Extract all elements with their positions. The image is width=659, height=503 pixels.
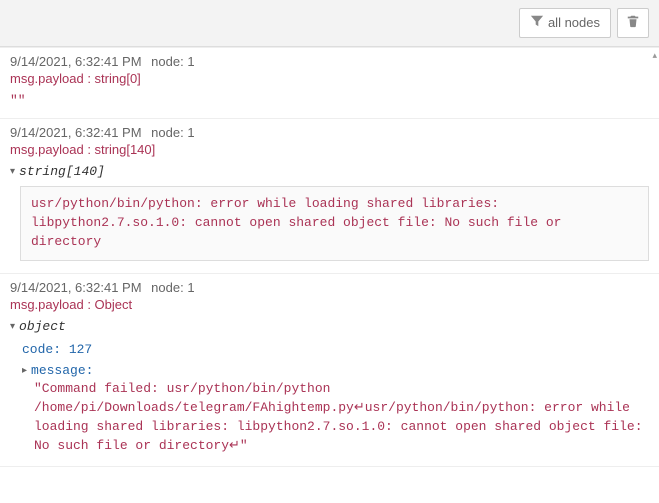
- filter-icon: [530, 14, 544, 32]
- message-topic: msg.payload : Object: [10, 297, 649, 312]
- object-key: message:: [31, 363, 93, 378]
- debug-message: 9/14/2021, 6:32:41 PM node: 1 msg.payloa…: [0, 48, 659, 120]
- object-key: code:: [22, 342, 61, 357]
- debug-messages-panel[interactable]: ▴ 9/14/2021, 6:32:41 PM node: 1 msg.payl…: [0, 47, 659, 503]
- string-value-box: usr/python/bin/python: error while loadi…: [20, 186, 649, 261]
- type-label: string[140]: [19, 164, 105, 179]
- clear-button[interactable]: [617, 8, 649, 38]
- message-body: string[140] usr/python/bin/python: error…: [10, 163, 649, 260]
- expand-toggle[interactable]: message:: [22, 362, 93, 381]
- filter-button[interactable]: all nodes: [519, 8, 611, 38]
- debug-message: 9/14/2021, 6:32:41 PM node: 1 msg.payloa…: [0, 274, 659, 467]
- debug-toolbar: all nodes: [0, 0, 659, 47]
- type-label: object: [19, 319, 66, 334]
- expand-toggle[interactable]: string[140]: [10, 163, 105, 182]
- object-row-message: message: "Command failed: usr/python/bin…: [22, 362, 649, 456]
- message-header: 9/14/2021, 6:32:41 PM node: 1: [10, 125, 649, 140]
- message-node: node: 1: [151, 54, 194, 69]
- message-topic: msg.payload : string[0]: [10, 71, 649, 86]
- debug-message: 9/14/2021, 6:32:41 PM node: 1 msg.payloa…: [0, 119, 659, 273]
- message-node: node: 1: [151, 125, 194, 140]
- object-value-number: 127: [69, 342, 92, 357]
- filter-label: all nodes: [548, 15, 600, 31]
- expand-toggle[interactable]: object: [10, 318, 66, 337]
- message-topic: msg.payload : string[140]: [10, 142, 649, 157]
- object-block: code: 127 message: "Command failed: usr/…: [20, 341, 649, 456]
- message-timestamp: 9/14/2021, 6:32:41 PM: [10, 125, 142, 140]
- message-timestamp: 9/14/2021, 6:32:41 PM: [10, 54, 142, 69]
- message-header: 9/14/2021, 6:32:41 PM node: 1: [10, 280, 649, 295]
- object-value-string: "Command failed: usr/python/bin/python /…: [34, 380, 649, 455]
- message-timestamp: 9/14/2021, 6:32:41 PM: [10, 280, 142, 295]
- trash-icon: [626, 14, 640, 32]
- message-header: 9/14/2021, 6:32:41 PM node: 1: [10, 54, 649, 69]
- object-row-code: code: 127: [22, 341, 649, 360]
- message-body: object code: 127 message: "Command faile…: [10, 318, 649, 456]
- message-string-literal: "": [10, 92, 649, 111]
- message-node: node: 1: [151, 280, 194, 295]
